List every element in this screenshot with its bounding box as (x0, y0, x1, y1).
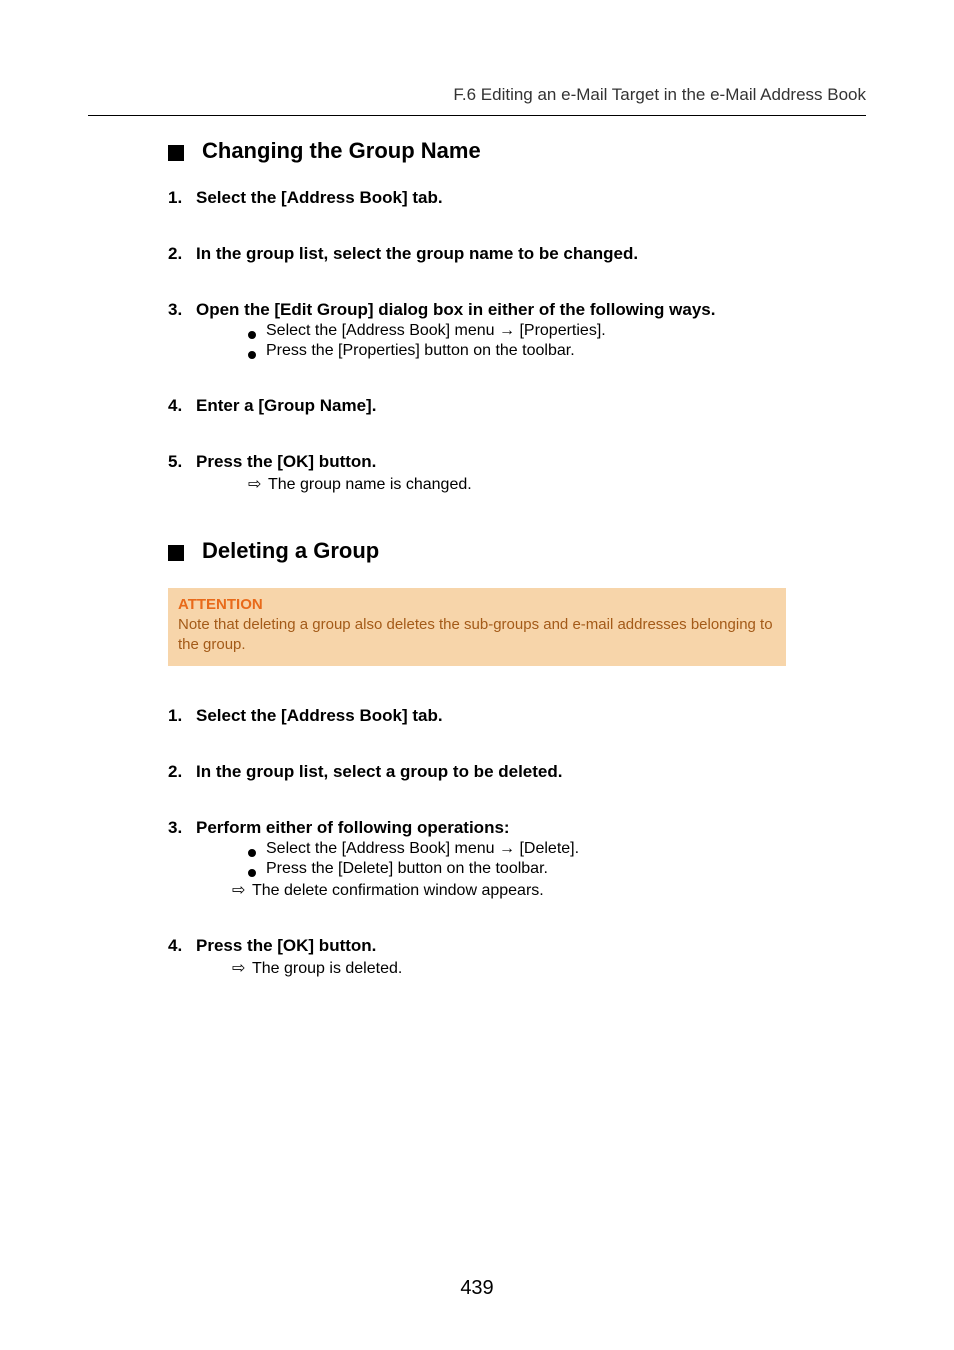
step-text: Select the [Address Book] tab. (196, 706, 866, 726)
step-3: 3. Open the [Edit Group] dialog box in e… (168, 300, 866, 320)
bullet-text: Press the [Delete] button on the toolbar… (266, 860, 866, 878)
del-step-3-bullet-1: Select the [Address Book] menu → [Delete… (248, 840, 866, 858)
result-text: The delete confirmation window appears. (252, 882, 866, 900)
del-step-3: 3. Perform either of following operation… (168, 818, 866, 838)
section-title: Deleting a Group (202, 538, 379, 564)
section-heading-deleting-group: Deleting a Group (168, 538, 866, 564)
attention-label: ATTENTION (178, 596, 776, 613)
section-title: Changing the Group Name (202, 138, 481, 164)
step-2: 2. In the group list, select the group n… (168, 244, 866, 264)
attention-body: Note that deleting a group also deletes … (178, 615, 776, 656)
disc-bullet-icon (248, 351, 256, 359)
step-3-bullet-2: Press the [Properties] button on the too… (248, 342, 866, 360)
del-step-1: 1. Select the [Address Book] tab. (168, 706, 866, 726)
running-head: F.6 Editing an e-Mail Target in the e-Ma… (88, 85, 866, 115)
del-step-3-result: ⇨ The delete confirmation window appears… (232, 880, 866, 900)
section-heading-changing-group-name: Changing the Group Name (168, 138, 866, 164)
step-number: 5. (168, 452, 196, 472)
bullet-text: Select the [Address Book] menu → [Delete… (266, 840, 866, 858)
attention-box: ATTENTION Note that deleting a group als… (168, 588, 786, 666)
step-number: 2. (168, 762, 196, 782)
page-root: F.6 Editing an e-Mail Target in the e-Ma… (0, 0, 954, 1350)
step-text: Open the [Edit Group] dialog box in eith… (196, 300, 866, 320)
step-text: Press the [OK] button. (196, 452, 866, 472)
step-number: 4. (168, 396, 196, 416)
result-arrow-icon: ⇨ (232, 880, 250, 900)
result-text: The group is deleted. (252, 960, 866, 978)
step-number: 3. (168, 300, 196, 320)
step-number: 1. (168, 188, 196, 208)
step-number: 1. (168, 706, 196, 726)
square-bullet-icon (168, 545, 184, 561)
step-number: 4. (168, 936, 196, 956)
bullet-text: Select the [Address Book] menu → [Proper… (266, 322, 866, 340)
del-step-2: 2. In the group list, select a group to … (168, 762, 866, 782)
del-step-3-bullet-2: Press the [Delete] button on the toolbar… (248, 860, 866, 878)
step-4: 4. Enter a [Group Name]. (168, 396, 866, 416)
step-text: In the group list, select a group to be … (196, 762, 866, 782)
step-5-result: ⇨ The group name is changed. (248, 474, 866, 494)
step-5: 5. Press the [OK] button. (168, 452, 866, 472)
result-text: The group name is changed. (268, 476, 866, 494)
step-text: Enter a [Group Name]. (196, 396, 866, 416)
step-text: In the group list, select the group name… (196, 244, 866, 264)
del-step-4-result: ⇨ The group is deleted. (232, 958, 866, 978)
step-text: Press the [OK] button. (196, 936, 866, 956)
step-text: Select the [Address Book] tab. (196, 188, 866, 208)
step-1: 1. Select the [Address Book] tab. (168, 188, 866, 208)
bullet-text: Press the [Properties] button on the too… (266, 342, 866, 360)
del-step-4: 4. Press the [OK] button. (168, 936, 866, 956)
disc-bullet-icon (248, 331, 256, 339)
step-text: Perform either of following operations: (196, 818, 866, 838)
page-number: 439 (0, 1277, 954, 1300)
result-arrow-icon: ⇨ (232, 958, 250, 978)
header-rule (88, 115, 866, 116)
step-number: 3. (168, 818, 196, 838)
disc-bullet-icon (248, 869, 256, 877)
step-number: 2. (168, 244, 196, 264)
result-arrow-icon: ⇨ (248, 474, 266, 494)
disc-bullet-icon (248, 849, 256, 857)
square-bullet-icon (168, 145, 184, 161)
step-3-bullet-1: Select the [Address Book] menu → [Proper… (248, 322, 866, 340)
